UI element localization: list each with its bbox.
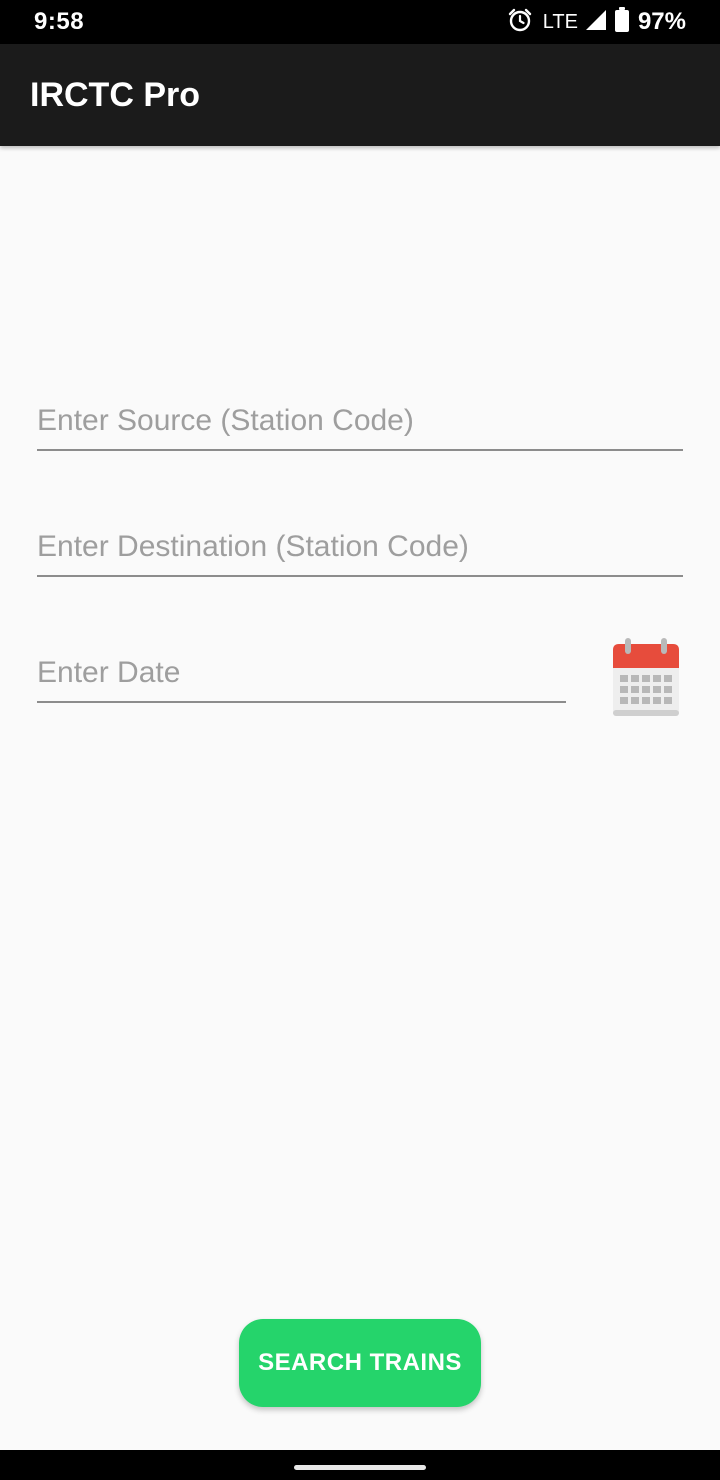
app-bar: IRCTC Pro — [0, 44, 720, 146]
calendar-button[interactable] — [611, 636, 681, 718]
date-input[interactable] — [37, 645, 566, 701]
battery-icon — [614, 6, 630, 38]
search-trains-button[interactable]: SEARCH TRAINS — [239, 1319, 481, 1407]
destination-field[interactable] — [37, 519, 683, 577]
battery-percent: 97% — [637, 8, 686, 35]
destination-input[interactable] — [37, 519, 683, 575]
home-gesture-handle[interactable] — [294, 1465, 426, 1470]
status-time: 9:58 — [34, 8, 85, 35]
calendar-icon — [613, 638, 679, 716]
navigation-bar — [0, 1450, 720, 1480]
signal-icon — [584, 8, 608, 37]
network-type: LTE — [542, 10, 578, 33]
source-input[interactable] — [37, 393, 683, 449]
status-bar: 9:58 LTE 97% — [0, 0, 720, 44]
alarm-icon — [507, 7, 533, 38]
app-screen: 9:58 LTE 97% IRCTC Pro Enter Source (Sta… — [0, 0, 720, 1480]
source-field[interactable] — [37, 393, 683, 451]
app-title: IRCTC Pro — [30, 76, 200, 114]
status-icons: LTE 97% — [507, 6, 686, 38]
date-field[interactable] — [37, 645, 566, 703]
